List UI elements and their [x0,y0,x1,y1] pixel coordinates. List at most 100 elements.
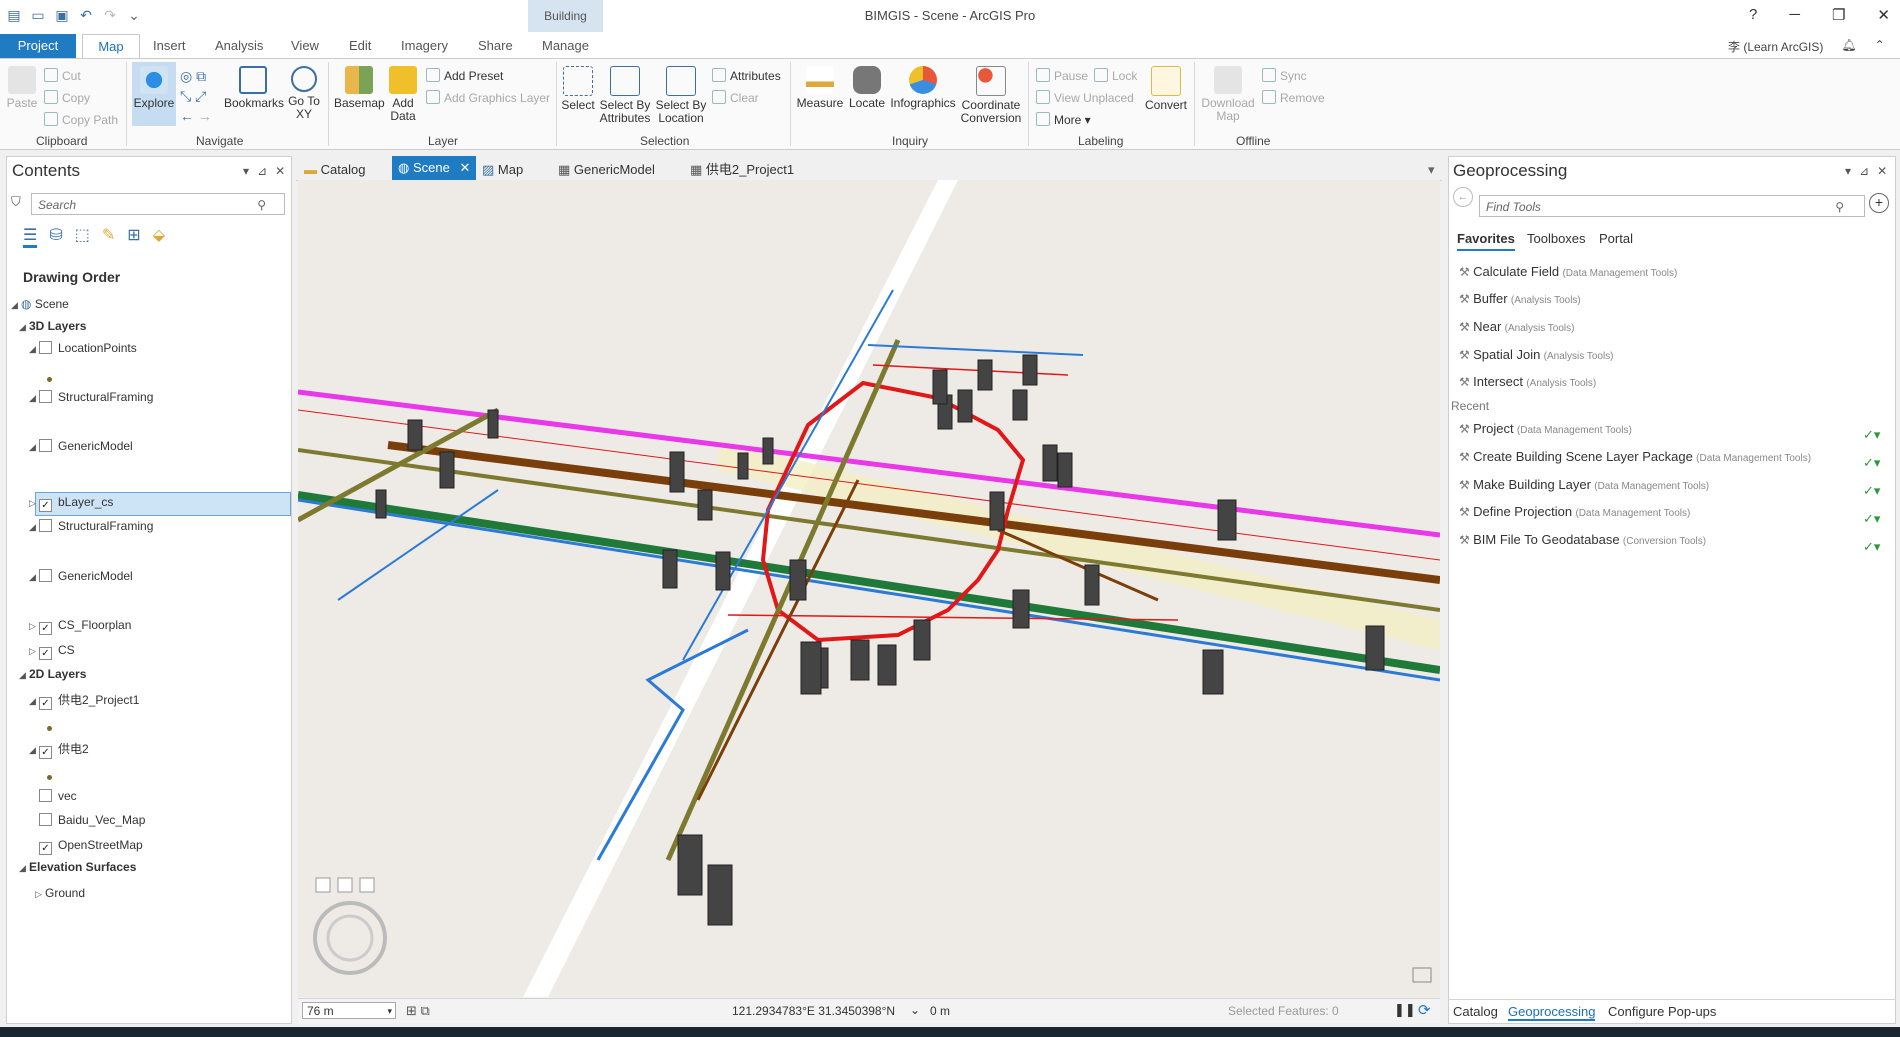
scale-selector[interactable]: 76 m ▾ [302,1002,396,1019]
tree-row-blayer-cs[interactable]: ▷ ✓ bLayer_cs [29,495,113,512]
tool-near[interactable]: ⚒ Near (Analysis Tools) [1459,319,1574,334]
success-check-icon[interactable]: ✓▾ [1863,511,1880,526]
convert-button[interactable]: Convert [1142,66,1190,112]
find-tools-input[interactable]: Find Tools ⚲ [1479,195,1865,217]
add-graphics-layer-button[interactable]: Add Graphics Layer [426,90,550,105]
tab-project[interactable]: Project [0,34,76,58]
tab-map[interactable]: Map [82,34,140,59]
geo-tab-toolboxes[interactable]: Toolboxes [1527,231,1586,246]
view-unplaced-button[interactable]: View Unplaced [1036,90,1134,105]
geo-tab-favorites[interactable]: Favorites [1457,231,1515,251]
locate-button[interactable]: Locate [848,66,886,110]
scene-view[interactable] [298,180,1440,997]
view-tab-catalog[interactable]: ▬ Catalog [304,160,365,180]
refresh-icon[interactable]: ⟳ [1418,1001,1431,1019]
success-check-icon[interactable]: ✓▾ [1863,455,1880,470]
sync-button[interactable]: Sync [1262,68,1307,83]
selected-features-count[interactable]: Selected Features: 0 [1228,1004,1339,1018]
tree-row-elevation-surfaces[interactable]: ◢ Elevation Surfaces [19,860,136,874]
layer-checkbox[interactable] [39,341,52,354]
cut-button[interactable]: Cut [44,68,81,83]
bookmarks-button[interactable]: Bookmarks [224,66,284,110]
tree-row-structuralframing[interactable]: ◢ StructuralFraming [29,390,153,404]
tree-row-vec[interactable]: vec [29,789,77,803]
layer-checkbox[interactable]: ✓ [39,746,52,759]
tab-manage[interactable]: Manage [542,38,589,53]
list-by-selection-icon[interactable]: ⬚ [75,225,90,248]
pause-labeling-button[interactable]: Pause [1036,68,1088,83]
layer-checkbox[interactable] [39,789,52,802]
remove-button[interactable]: Remove [1262,90,1325,105]
notification-icon[interactable]: 🔔︎ [1841,38,1856,55]
add-tool-icon[interactable]: + [1869,193,1889,213]
collapse-ribbon-icon[interactable]: ⌃ [1875,38,1885,55]
layer-checkbox[interactable] [39,519,52,532]
recent-tool-define-projection[interactable]: ⚒ Define Projection (Data Management Too… [1459,504,1690,519]
previous-extent-icon[interactable]: ← [180,108,194,124]
user-account[interactable]: 李 (Learn ArcGIS) [1728,38,1823,55]
success-check-icon[interactable]: ✓▾ [1863,483,1880,498]
recent-tool-bim-file-to-geodatabase[interactable]: ⚒ BIM File To Geodatabase (Conversion To… [1459,532,1706,547]
zoom-full-extent-icon[interactable]: ◎ [180,68,192,84]
select-by-attributes-button[interactable]: Select By Attributes [598,66,652,125]
tree-row-genericmodel[interactable]: ◢ GenericModel [29,439,133,453]
tree-row-scene[interactable]: ◢ ◍ Scene [11,297,69,311]
tab-edit[interactable]: Edit [349,38,371,53]
navigate-small-tools[interactable]: ◎ ⧉ ⤡ ⤢ ← → [180,66,220,126]
tab-share[interactable]: Share [478,38,513,53]
tree-row-cs[interactable]: ▷ ✓ CS [29,643,75,660]
next-extent-icon[interactable]: → [198,108,212,124]
tool-calculate-field[interactable]: ⚒ Calculate Field (Data Management Tools… [1459,264,1677,279]
tab-insert[interactable]: Insert [153,38,186,53]
layer-checkbox[interactable]: ✓ [39,647,52,660]
close-tab-icon[interactable]: ✕ [459,160,470,175]
tab-analysis[interactable]: Analysis [215,38,263,53]
help-button[interactable]: ? [1749,6,1757,24]
pause-drawing-icon[interactable]: ❚❚ [1394,1002,1416,1018]
tree-row-locationpoints[interactable]: ◢ LocationPoints [29,341,137,355]
contents-search-input[interactable]: Search ⚲ [31,193,285,215]
tree-row-structuralframing-2[interactable]: ◢ StructuralFraming [29,519,153,533]
select-by-location-button[interactable]: Select By Location [654,66,708,125]
status-tool-icons[interactable]: ⊞ ⧉ [406,1003,430,1019]
clear-selection-button[interactable]: Clear [712,90,759,105]
infographics-button[interactable]: Infographics [888,66,958,110]
go-to-xy-button[interactable]: Go To XY [286,66,322,121]
bottom-tab-catalog[interactable]: Catalog [1453,1004,1498,1019]
close-button[interactable]: ✕ [1877,6,1890,24]
tree-row-genericmodel-2[interactable]: ◢ GenericModel [29,569,133,583]
view-tab-gongdian2-project1[interactable]: ▦ 供电2_Project1 [690,160,794,180]
download-map-button[interactable]: Download Map [1200,66,1256,123]
success-check-icon[interactable]: ✓▾ [1863,427,1880,442]
fixed-zoom-out-icon[interactable]: ⤢ [195,88,206,104]
contents-pane-controls[interactable]: ▾⊿✕ [243,164,293,178]
minimize-button[interactable]: ─ [1789,6,1800,24]
add-preset-button[interactable]: Add Preset [426,68,503,83]
tree-row-cs-floorplan[interactable]: ▷ ✓ CS_Floorplan [29,618,131,635]
tree-row-gongdian2[interactable]: ◢ ✓ 供电2 [29,740,89,759]
tool-buffer[interactable]: ⚒ Buffer (Analysis Tools) [1459,291,1581,306]
view-tabs-overflow-icon[interactable]: ▾ [1428,160,1435,180]
tool-intersect[interactable]: ⚒ Intersect (Analysis Tools) [1459,374,1596,389]
coordinate-conversion-button[interactable]: Coordinate Conversion [960,66,1022,125]
coordinate-format-dropdown[interactable]: ⌄ [910,1003,920,1017]
lock-labeling-button[interactable]: Lock [1094,68,1137,83]
zoom-layer-icon[interactable]: ⧉ [196,68,206,84]
layer-checkbox[interactable] [39,569,52,582]
geo-tab-portal[interactable]: Portal [1599,231,1633,246]
view-tab-scene[interactable]: ◍ Scene ✕ [392,156,476,180]
layer-checkbox[interactable] [39,439,52,452]
basemap-button[interactable]: Basemap [334,66,385,110]
success-check-icon[interactable]: ✓▾ [1863,539,1880,554]
recent-tool-make-building-layer[interactable]: ⚒ Make Building Layer (Data Management T… [1459,477,1709,492]
layer-checkbox[interactable]: ✓ [39,697,52,710]
explore-button[interactable]: Explore [132,62,176,126]
copy-path-button[interactable]: Copy Path [44,112,118,127]
view-tab-map[interactable]: ▨ Map [482,160,523,180]
tab-imagery[interactable]: Imagery [401,38,448,53]
list-by-source-icon[interactable]: ⛁ [49,225,62,248]
list-by-labeling-icon[interactable]: ⬙ [153,225,165,248]
geoprocessing-pane-controls[interactable]: ▾⊿✕ [1845,164,1895,178]
tab-view[interactable]: View [291,38,319,53]
list-by-editing-icon[interactable]: ✎ [102,225,115,248]
